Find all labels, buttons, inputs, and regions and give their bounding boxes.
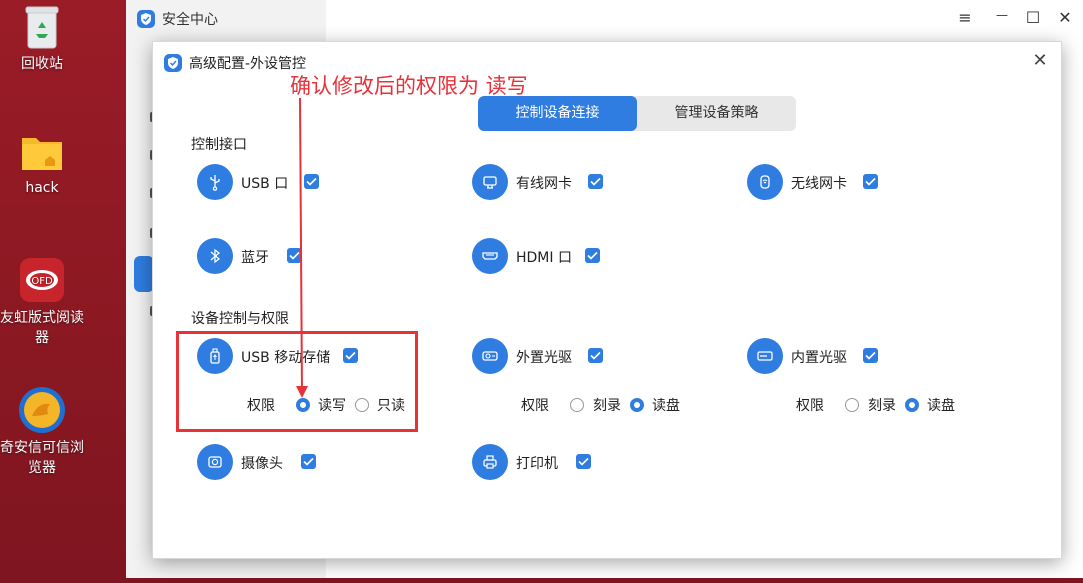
device-checkbox[interactable]	[576, 454, 591, 469]
window-title: 安全中心	[162, 12, 218, 28]
device-wireless-nic: 无线网卡	[747, 164, 887, 200]
printer-icon	[472, 444, 508, 480]
permission-label: 权限	[796, 398, 824, 414]
desktop-icon-label: 友虹版式阅读器	[0, 310, 84, 346]
device-checkbox[interactable]	[588, 348, 603, 363]
device-bluetooth: 蓝牙	[197, 238, 317, 274]
device-checkbox[interactable]	[863, 174, 878, 189]
device-checkbox[interactable]	[585, 248, 600, 263]
bluetooth-icon	[197, 238, 233, 274]
desktop-icon-hack-folder[interactable]: hack	[0, 132, 84, 198]
device-label: 外置光驱	[516, 350, 572, 366]
shield-icon	[136, 9, 156, 33]
device-label: 有线网卡	[516, 176, 572, 192]
annotation-highlight-box	[176, 331, 418, 432]
network-card-icon	[472, 164, 508, 200]
device-label: 摄像头	[241, 456, 283, 472]
device-label: 内置光驱	[791, 350, 847, 366]
radio-burn[interactable]	[845, 398, 859, 412]
desktop-icon-reader[interactable]: OFD 友虹版式阅读器	[0, 256, 84, 348]
minimize-button[interactable]: —	[991, 8, 1013, 22]
section-title-storage: 设备控制与权限	[191, 311, 289, 327]
browser-app-icon	[18, 386, 66, 434]
device-wired-nic: 有线网卡	[472, 164, 612, 200]
radio-read-disc[interactable]	[905, 398, 919, 412]
device-usb-port: USB 口	[197, 164, 327, 200]
sidebar-item-selected[interactable]	[134, 256, 154, 292]
dialog-title: 高级配置-外设管控	[189, 56, 307, 72]
peripheral-control-dialog: 高级配置-外设管控 ✕ 控制设备连接 管理设备策略 控制接口 USB 口 有线网…	[152, 41, 1062, 559]
shield-icon	[163, 53, 183, 77]
radio-label[interactable]: 读盘	[927, 395, 955, 415]
hdmi-icon	[472, 238, 508, 274]
camera-icon	[197, 444, 233, 480]
annotation-text: 确认修改后的权限为 读写	[290, 74, 528, 98]
device-hdmi: HDMI 口	[472, 238, 612, 274]
device-label: 无线网卡	[791, 176, 847, 192]
radio-label[interactable]: 刻录	[593, 395, 621, 415]
desktop-icon-label: 奇安信可信浏览器	[0, 440, 84, 476]
device-camera: 摄像头	[197, 444, 327, 480]
radio-label[interactable]: 读盘	[652, 395, 680, 415]
device-internal-optical: 内置光驱	[747, 338, 887, 374]
dialog-close-button[interactable]: ✕	[1029, 50, 1051, 71]
usb-icon	[197, 164, 233, 200]
wifi-card-icon	[747, 164, 783, 200]
security-center-titlebar: 安全中心 ≡ — ☐ ✕	[126, 0, 1083, 38]
device-checkbox[interactable]	[287, 248, 302, 263]
external-optical-permission: 权限 刻录 读盘	[521, 395, 691, 415]
desktop-icon-browser[interactable]: 奇安信可信浏览器	[0, 386, 84, 478]
device-label: 蓝牙	[241, 250, 269, 266]
device-checkbox[interactable]	[304, 174, 319, 189]
device-checkbox[interactable]	[301, 454, 316, 469]
device-label: 打印机	[516, 456, 558, 472]
device-checkbox[interactable]	[588, 174, 603, 189]
optical-drive-icon	[472, 338, 508, 374]
device-label: USB 口	[241, 176, 289, 192]
svg-text:OFD: OFD	[31, 276, 53, 287]
reader-app-icon: OFD	[18, 256, 66, 304]
tab-bar: 控制设备连接 管理设备策略	[478, 96, 796, 131]
internal-optical-permission: 权限 刻录 读盘	[796, 395, 966, 415]
desktop-icon-label: 回收站	[21, 56, 63, 72]
device-label: HDMI 口	[516, 250, 572, 266]
trash-icon	[22, 4, 62, 50]
folder-icon	[20, 132, 64, 174]
desktop-icon-recycle-bin[interactable]: 回收站	[0, 4, 84, 74]
maximize-button[interactable]: ☐	[1022, 8, 1044, 27]
section-title-interfaces: 控制接口	[191, 137, 247, 153]
device-external-optical: 外置光驱	[472, 338, 612, 374]
close-button[interactable]: ✕	[1054, 8, 1076, 27]
radio-read-disc[interactable]	[630, 398, 644, 412]
permission-label: 权限	[521, 398, 549, 414]
radio-label[interactable]: 刻录	[868, 395, 896, 415]
desktop-icon-label: hack	[25, 180, 59, 196]
tab-control-connection[interactable]: 控制设备连接	[478, 96, 637, 131]
menu-button[interactable]: ≡	[954, 8, 976, 27]
internal-drive-icon	[747, 338, 783, 374]
device-printer: 打印机	[472, 444, 602, 480]
radio-burn[interactable]	[570, 398, 584, 412]
device-checkbox[interactable]	[863, 348, 878, 363]
tab-manage-policy[interactable]: 管理设备策略	[637, 96, 796, 131]
